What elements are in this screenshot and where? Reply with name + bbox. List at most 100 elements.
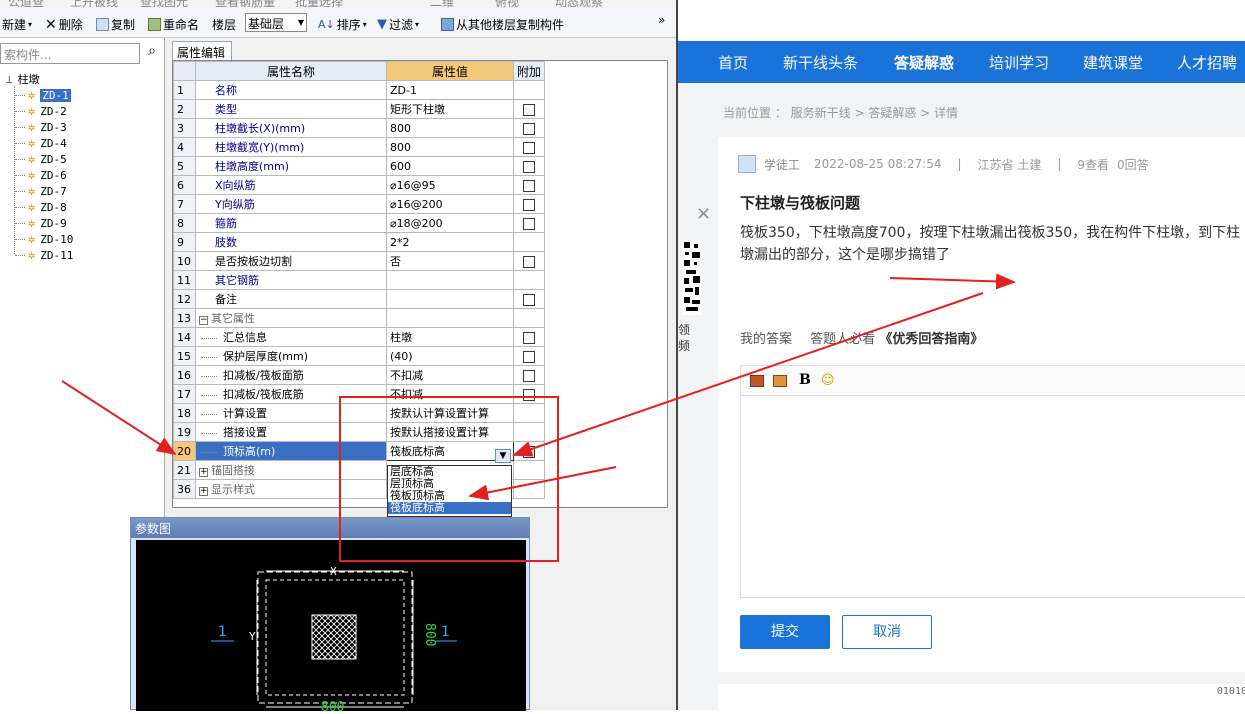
tree-item[interactable]: ✲ ZD-7 <box>15 184 67 198</box>
extra-checkbox[interactable] <box>523 103 535 116</box>
rename-button[interactable]: 重命名 <box>148 16 199 33</box>
table-row[interactable]: 1 名称 ZD-1 <box>173 80 546 100</box>
property-value[interactable]: 按默认计算设置计算 <box>386 403 514 423</box>
extra-checkbox[interactable] <box>523 122 535 135</box>
top-strip-item[interactable]: 上开被线 <box>70 0 118 8</box>
nav-item[interactable]: 培训学习 <box>989 52 1049 73</box>
table-row[interactable]: 9 肢数 2*2 <box>173 232 546 252</box>
extra-checkbox[interactable] <box>523 331 535 344</box>
table-row[interactable]: 2 类型 矩形下柱墩 <box>173 99 546 119</box>
property-value[interactable]: 800 <box>386 118 514 138</box>
property-value[interactable]: ZD-1 <box>386 80 514 100</box>
answer-editor[interactable]: B ☺ <box>740 365 1245 598</box>
top-strip-item[interactable]: 查看钢筋量 <box>215 0 275 8</box>
extra-checkbox[interactable] <box>523 445 535 458</box>
property-value[interactable]: (40) <box>386 346 514 366</box>
top-strip-item[interactable]: 俯视 <box>495 0 519 8</box>
cancel-button[interactable]: 取消 <box>842 615 932 649</box>
filter-button[interactable]: ▼ 过滤 ▾ <box>377 16 419 33</box>
guide-link[interactable]: 《优秀回答指南》 <box>879 332 983 347</box>
emoji-icon[interactable]: ☺ <box>821 373 835 388</box>
property-value[interactable] <box>386 308 514 328</box>
side-promo-label[interactable]: 领 频 <box>678 322 700 354</box>
expand-icon[interactable]: + <box>199 468 208 477</box>
tree-item[interactable]: ✲ ZD-3 <box>15 120 67 134</box>
extra-checkbox[interactable] <box>523 160 535 173</box>
property-value[interactable] <box>386 270 514 290</box>
tree-item[interactable]: ✲ ZD-2 <box>15 104 67 118</box>
top-strip-item[interactable]: 公道查 <box>8 0 44 8</box>
expand-icon[interactable]: + <box>199 487 208 496</box>
top-strip-item[interactable]: 批量选择 <box>295 0 343 8</box>
top-strip-item[interactable]: 二维 <box>430 0 454 8</box>
extra-checkbox[interactable] <box>523 198 535 211</box>
close-icon[interactable]: × <box>696 203 711 224</box>
extra-checkbox[interactable] <box>523 217 535 230</box>
tree-item[interactable]: ✲ ZD-11 <box>15 248 73 262</box>
component-search-input[interactable]: 索构件... <box>0 43 140 64</box>
table-row[interactable]: 7 Y向纵筋 ⌀16@200 <box>173 194 546 214</box>
dropdown-option[interactable]: 筏板底标高 <box>388 502 511 514</box>
property-value[interactable]: 按默认搭接设置计算 <box>386 422 514 442</box>
property-value[interactable]: 柱墩 <box>386 327 514 347</box>
table-row[interactable]: 20 顶标高(m) 筏板底标高 <box>173 441 546 461</box>
nav-item[interactable]: 首页 <box>718 52 748 73</box>
table-row[interactable]: 11 其它钢筋 <box>173 270 546 290</box>
search-icon[interactable]: ⌕ <box>141 43 163 64</box>
nav-item[interactable]: 人才招聘 <box>1177 52 1237 73</box>
extra-checkbox[interactable] <box>523 141 535 154</box>
property-value[interactable]: 矩形下柱墩 <box>386 99 514 119</box>
question-user[interactable]: 学徒工 <box>764 156 800 173</box>
overflow-button[interactable]: » <box>658 13 665 27</box>
table-row[interactable]: 4 柱墩截宽(Y)(mm) 800 <box>173 137 546 157</box>
extra-checkbox[interactable] <box>523 388 535 401</box>
table-row[interactable]: 19 搭接设置 按默认搭接设置计算 <box>173 422 546 442</box>
table-row[interactable]: 15 保护层厚度(mm) (40) <box>173 346 546 366</box>
table-row[interactable]: 5 柱墩高度(mm) 600 <box>173 156 546 176</box>
tree-item[interactable]: ✲ ZD-9 <box>15 216 67 230</box>
table-row[interactable]: 18 计算设置 按默认计算设置计算 <box>173 403 546 423</box>
table-row[interactable]: 12 备注 <box>173 289 546 309</box>
property-value[interactable]: 2*2 <box>386 232 514 252</box>
floor-select[interactable]: 基础层 ▼ <box>245 13 307 32</box>
delete-button[interactable]: ✕ 删除 <box>45 16 83 33</box>
top-strip-item[interactable]: 动态观察 <box>555 0 603 8</box>
nav-item[interactable]: 答疑解惑 <box>894 52 954 73</box>
nav-item[interactable]: 新干线头条 <box>783 52 858 73</box>
nav-item[interactable]: 建筑课堂 <box>1083 52 1143 73</box>
property-value[interactable]: 800 <box>386 137 514 157</box>
table-row[interactable]: 6 X向纵筋 ⌀16@95 <box>173 175 546 195</box>
top-strip-item[interactable]: 查找图元 <box>140 0 188 8</box>
extra-checkbox[interactable] <box>523 293 535 306</box>
submit-button[interactable]: 提交 <box>740 615 830 649</box>
tree-item[interactable]: ✲ ZD-8 <box>15 200 67 214</box>
table-row[interactable]: 16 扣减板/筏板面筋 不扣减 <box>173 365 546 385</box>
property-value[interactable]: 否 <box>386 251 514 271</box>
table-row[interactable]: 8 箍筋 ⌀18@200 <box>173 213 546 233</box>
tree-item[interactable]: ✲ ZD-6 <box>15 168 67 182</box>
extra-checkbox[interactable] <box>523 350 535 363</box>
property-value[interactable]: 600 <box>386 156 514 176</box>
table-row[interactable]: 17 扣减板/筏板底筋 不扣减 <box>173 384 546 404</box>
tree-item[interactable]: ✲ ZD-1 <box>15 88 71 102</box>
property-value[interactable]: ⌀16@200 <box>386 194 514 214</box>
extra-checkbox[interactable] <box>523 369 535 382</box>
copy-from-floor-button[interactable]: 从其他楼层复制构件 <box>441 16 564 33</box>
property-value[interactable]: 不扣减 <box>386 365 514 385</box>
table-row[interactable]: 13− 其它属性 <box>173 308 546 328</box>
property-value[interactable] <box>386 289 514 309</box>
sort-button[interactable]: A↓ 排序 ▾ <box>318 16 367 33</box>
tree-item[interactable]: ✲ ZD-5 <box>15 152 67 166</box>
new-button[interactable]: 新建 ▾ <box>2 16 32 33</box>
table-row[interactable]: 10 是否按板边切割 否 <box>173 251 546 271</box>
picture-upload-icon[interactable] <box>773 375 787 387</box>
tree-item[interactable]: ✲ ZD-10 <box>15 232 73 246</box>
property-value[interactable]: ⌀18@200 <box>386 213 514 233</box>
value-dropdown-button[interactable]: ▼ <box>495 449 511 463</box>
image-icon[interactable] <box>750 375 764 387</box>
bold-icon[interactable]: B <box>799 372 811 388</box>
property-value[interactable]: 不扣减 <box>386 384 514 404</box>
tree-item[interactable]: ✲ ZD-4 <box>15 136 67 150</box>
property-value[interactable]: ⌀16@95 <box>386 175 514 195</box>
table-row[interactable]: 3 柱墩截长(X)(mm) 800 <box>173 118 546 138</box>
